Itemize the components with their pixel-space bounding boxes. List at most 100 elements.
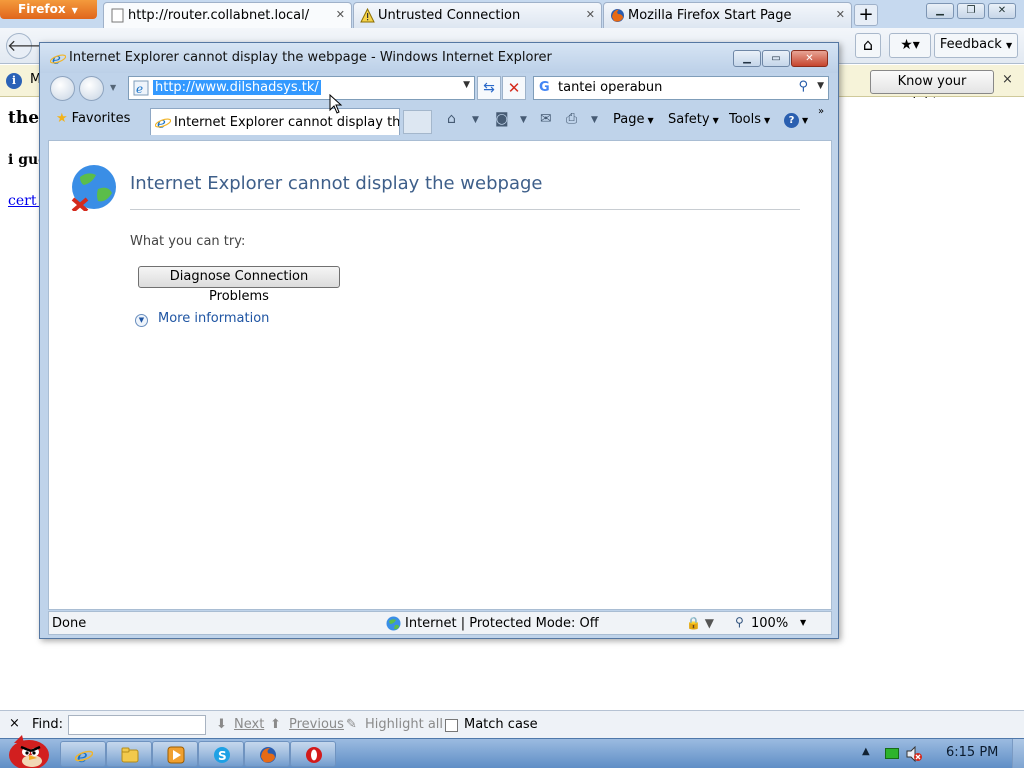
show-desktop-button[interactable] (1012, 739, 1024, 768)
ie-stop-button[interactable]: ✕ (502, 76, 526, 100)
help-menu[interactable]: ? ▼ (784, 112, 808, 128)
ie-tab-label: Internet Explorer cannot display the ... (174, 115, 400, 130)
ie-tab[interactable]: e Internet Explorer cannot display the .… (150, 108, 400, 135)
highlight-icon: ✎ (346, 717, 357, 732)
bookmarks-button[interactable]: ★▾ (889, 33, 931, 58)
close-tab-icon[interactable]: ✕ (586, 8, 595, 21)
ie-navigation-row: ▼ e http://www.dilshadsys.tk/ ▼ ⇆ ✕ G ta… (40, 73, 838, 105)
blank-page-icon (111, 8, 124, 23)
maximize-button[interactable]: ❐ (957, 3, 985, 19)
favorites-button[interactable]: ★ Favorites (56, 111, 130, 126)
close-findbar-icon[interactable]: × (9, 716, 20, 731)
close-notification-icon[interactable]: × (1002, 72, 1013, 87)
ie-minimize-button[interactable]: ▁ (733, 50, 761, 67)
taskbar-media-player[interactable] (152, 741, 198, 767)
home-dropdown-icon[interactable]: ▼ (472, 115, 479, 125)
error-title: Internet Explorer cannot display the web… (130, 173, 543, 194)
tools-menu-label: Tools (729, 112, 762, 127)
expand-icon[interactable]: ▼ (135, 314, 148, 327)
mail-icon[interactable]: ✉ (540, 111, 552, 127)
find-bar: × Find: ⬇ Next ⬆ Previous ✎ Highlight al… (0, 710, 1024, 738)
feedback-label: Feedback (939, 37, 1002, 52)
status-text: Done (52, 616, 87, 631)
safety-menu[interactable]: Safety ▼ (668, 112, 719, 127)
arrow-down-icon: ⬇ (216, 717, 227, 732)
ie-titlebar: e Internet Explorer cannot display the w… (40, 43, 838, 73)
network-icon[interactable] (885, 748, 899, 759)
feeds-dropdown-icon[interactable]: ▼ (520, 115, 527, 125)
svg-text:e: e (136, 82, 143, 96)
ie-address-bar[interactable]: e http://www.dilshadsys.tk/ ▼ (128, 76, 475, 100)
zoom-dropdown-icon[interactable]: ▼ (800, 618, 806, 627)
tools-menu[interactable]: Tools ▼ (729, 112, 770, 127)
ie-back-button[interactable] (50, 76, 75, 101)
find-previous-button[interactable]: Previous (289, 717, 344, 732)
taskbar-skype[interactable]: S (198, 741, 244, 767)
tab-router[interactable]: http://router.collabnet.local/ ✕ (103, 2, 352, 28)
show-hidden-icons-button[interactable]: ▲ (862, 746, 870, 757)
more-commands-icon[interactable]: » (818, 106, 824, 117)
minimize-button[interactable]: ▁ (926, 3, 954, 19)
new-tab-button[interactable]: + (854, 4, 878, 26)
know-your-rights-button[interactable]: Know your rights... (870, 70, 994, 111)
close-tab-icon[interactable]: ✕ (836, 8, 845, 21)
taskbar-internet-explorer[interactable]: e (60, 741, 106, 767)
home-icon[interactable]: ⌂ (447, 111, 456, 127)
security-zone-text[interactable]: Internet | Protected Mode: Off (405, 616, 599, 631)
star-icon: ★ (56, 111, 68, 126)
find-input[interactable] (68, 715, 206, 735)
tab-label: Untrusted Connection (378, 8, 521, 23)
address-dropdown-icon[interactable]: ▼ (463, 80, 470, 90)
ie-search-box[interactable]: G tantei operabun ⚲ ▼ (533, 76, 829, 100)
chevron-down-icon: ▼ (1005, 41, 1013, 50)
svg-text:S: S (218, 749, 227, 763)
start-button-angry-bird-icon[interactable] (2, 731, 52, 768)
close-tab-icon[interactable]: ✕ (336, 8, 345, 21)
ie-maximize-button[interactable]: ▭ (762, 50, 790, 67)
close-window-button[interactable]: ✕ (988, 3, 1016, 19)
volume-muted-icon[interactable] (906, 746, 922, 762)
home-button[interactable]: ⌂ (855, 33, 881, 58)
find-label: Find: (32, 717, 64, 732)
ie-status-bar: Done Internet | Protected Mode: Off 🔒 ▼ … (48, 611, 832, 635)
feedback-button[interactable]: Feedback ▼ (934, 33, 1018, 58)
folder-icon (121, 747, 139, 763)
highlight-all-button[interactable]: Highlight all (365, 717, 443, 732)
firefox-menu-button[interactable]: Firefox ▼ (0, 0, 97, 19)
taskbar-firefox[interactable] (244, 741, 290, 767)
internet-explorer-icon: e (75, 746, 93, 764)
print-icon[interactable]: ⎙ (566, 111, 577, 127)
warning-icon (360, 8, 375, 23)
zoom-icon[interactable]: ⚲ (735, 615, 744, 629)
chevron-down-icon: ▼ (764, 116, 771, 125)
match-case-checkbox[interactable] (445, 719, 458, 732)
internet-explorer-icon: e (50, 50, 66, 66)
ie-close-button[interactable]: ✕ (791, 50, 828, 67)
rss-feeds-icon[interactable]: ◙ (495, 111, 509, 127)
firefox-icon (611, 9, 624, 22)
more-information-link[interactable]: More information (158, 311, 269, 326)
system-clock[interactable]: 6:15 PM (946, 745, 998, 760)
zoom-level[interactable]: 100% (751, 616, 788, 631)
internet-zone-globe-icon (386, 616, 401, 631)
print-dropdown-icon[interactable]: ▼ (591, 115, 598, 125)
tab-untrusted-connection[interactable]: Untrusted Connection ✕ (353, 2, 602, 28)
diagnose-connection-button[interactable]: Diagnose Connection Problems (138, 266, 340, 304)
ie-page-content: Internet Explorer cannot display the web… (48, 140, 832, 610)
page-menu[interactable]: Page ▼ (613, 112, 654, 127)
tab-firefox-start-page[interactable]: Mozilla Firefox Start Page ✕ (603, 2, 852, 28)
taskbar-explorer[interactable] (106, 741, 152, 767)
ie-new-tab-button[interactable] (403, 110, 432, 134)
recent-pages-dropdown-icon[interactable]: ▼ (110, 83, 116, 92)
google-search-provider-icon: G (539, 80, 550, 95)
tab-label: http://router.collabnet.local/ (128, 8, 310, 23)
taskbar-opera[interactable] (290, 741, 336, 767)
find-next-button[interactable]: Next (234, 717, 264, 732)
ie-refresh-button[interactable]: ⇆ (477, 76, 501, 100)
search-options-dropdown-icon[interactable]: ▼ (817, 81, 824, 91)
back-button[interactable]: 🡐 (6, 33, 50, 59)
globe-error-icon (71, 165, 116, 211)
search-icon[interactable]: ⚲ (798, 79, 808, 94)
ie-forward-button[interactable] (79, 76, 104, 101)
protected-mode-icon[interactable]: 🔒 ▼ (686, 616, 714, 630)
